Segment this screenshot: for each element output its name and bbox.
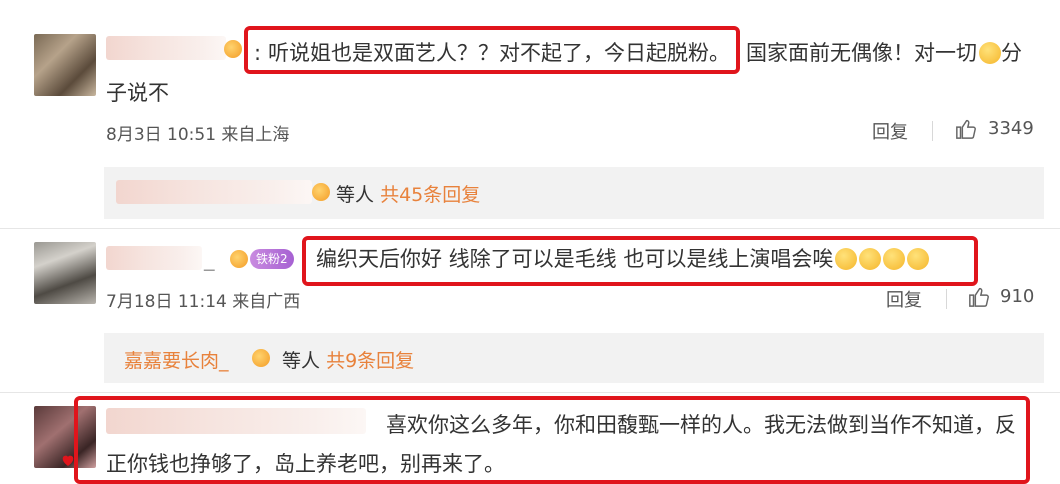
comment-divider: [0, 392, 1060, 393]
highlight-box: [74, 396, 1030, 484]
like-count: 3349: [988, 118, 1034, 139]
comment-meta: 8月3日 10:51 来自上海: [106, 125, 290, 145]
comment-meta: 7月18日 11:14 来自广西: [106, 292, 301, 312]
thumbs-up-icon[interactable]: [968, 286, 990, 308]
highlight-box: [302, 236, 978, 286]
comment-text-continued: 国家面前无偶像！对一切分: [746, 41, 1022, 65]
reply-button[interactable]: 回复: [872, 118, 908, 144]
highlight-box: [244, 26, 740, 74]
reply-summary-text[interactable]: 等人 共9条回复: [282, 346, 414, 373]
vip-badge-icon: [224, 40, 242, 58]
thumbs-up-icon[interactable]: [955, 118, 977, 140]
vip-badge-icon: [252, 349, 270, 367]
comment-text-line2: 子说不: [106, 81, 169, 105]
commenter-name-tail: _: [204, 247, 215, 271]
comment-divider: [0, 228, 1060, 229]
commenter-avatar[interactable]: [34, 34, 96, 96]
replier-name-blurred[interactable]: [116, 180, 312, 204]
replier-name[interactable]: 嘉嘉要长肉_: [124, 346, 229, 373]
reply-button[interactable]: 回复: [886, 286, 922, 312]
vip-badge-icon: [230, 250, 248, 268]
commenter-avatar[interactable]: [34, 242, 96, 304]
commenter-name-blurred[interactable]: [106, 246, 202, 270]
like-count: 910: [1000, 286, 1035, 307]
divider: [946, 289, 947, 309]
fan-badge: 铁粉2: [250, 249, 294, 269]
vip-badge-icon: [312, 183, 330, 201]
divider: [932, 121, 933, 141]
reply-summary-text[interactable]: 等人 共45条回复: [336, 180, 480, 207]
commenter-name-blurred[interactable]: [106, 36, 226, 60]
emoji-icon: [979, 42, 1001, 64]
reply-summary-bar[interactable]: [104, 333, 1044, 383]
